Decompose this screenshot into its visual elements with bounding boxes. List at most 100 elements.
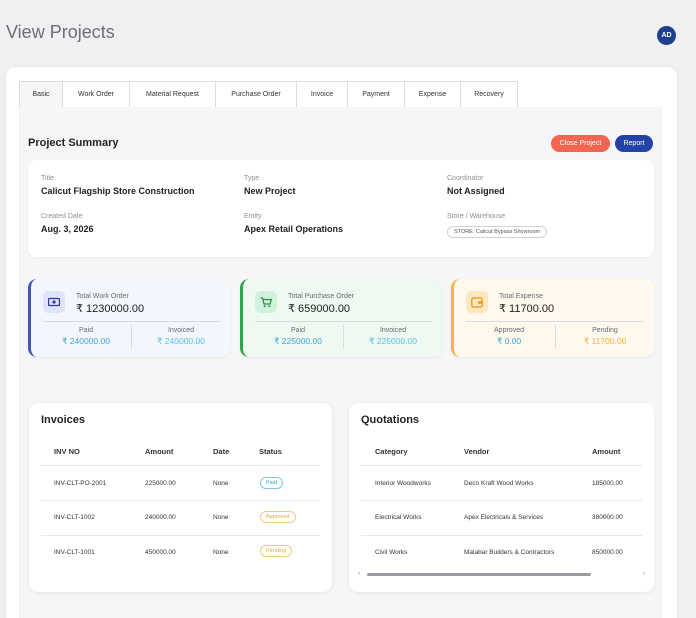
tab-invoice[interactable]: Invoice <box>297 81 348 108</box>
tab-recovery[interactable]: Recovery <box>461 81 518 108</box>
invoices-title: Invoices <box>41 414 86 426</box>
tab-purchase-order[interactable]: Purchase Order <box>216 81 297 108</box>
quotation-vendor: Apex Electricals & Services <box>464 514 544 521</box>
expense-stat-card: Total Expense ₹ 11700.00 Approved ₹ 0.00… <box>451 279 654 357</box>
divider <box>361 465 642 466</box>
work-order-invoiced: Invoiced ₹ 240000.00 <box>136 327 226 347</box>
invoice-number: INV-CLT-PO-2001 <box>54 480 107 487</box>
close-project-button[interactable]: Close Project <box>551 135 610 152</box>
type-label: Type <box>244 175 260 182</box>
title-field: Title Calicut Flagship Store Constructio… <box>41 175 195 196</box>
tab-basic[interactable]: Basic <box>19 81 63 108</box>
invoice-date: None <box>213 514 229 521</box>
quotations-card: Quotations Category Vendor Amount Interi… <box>349 403 654 592</box>
entity-value: Apex Retail Operations <box>244 224 344 234</box>
quotation-category: Electrical Works <box>375 514 422 521</box>
tab-expense[interactable]: Expense <box>405 81 461 108</box>
divider <box>43 321 220 322</box>
expense-label: Total Expense <box>499 293 543 300</box>
quotation-vendor: Deco Kraft Wood Works <box>464 480 534 487</box>
invoices-header-status: Status <box>259 447 282 456</box>
expense-pending: Pending ₹ 11700.00 <box>560 327 650 347</box>
quotations-title: Quotations <box>361 414 420 426</box>
divider <box>41 500 320 501</box>
created-date-label: Created Date <box>41 213 83 220</box>
invoice-amount: 450000.00 <box>145 549 176 556</box>
cart-icon <box>255 291 277 313</box>
paid-label: Paid <box>290 327 305 334</box>
scroll-right-icon[interactable]: › <box>643 571 645 577</box>
status-badge: Approved <box>260 511 296 523</box>
divider <box>131 325 132 349</box>
store-field: Store / Warehouse STORE: Calicut Bypass … <box>447 213 548 238</box>
tab-work-order[interactable]: Work Order <box>63 81 130 108</box>
invoiced-label: Invoiced <box>167 327 195 334</box>
store-label: Store / Warehouse <box>447 213 506 220</box>
invoice-date: None <box>213 480 229 487</box>
title-value: Calicut Flagship Store Construction <box>41 186 195 196</box>
quotation-category: Interior Woodworks <box>375 480 431 487</box>
quotations-header-amount: Amount <box>592 447 621 456</box>
approved-value: ₹ 0.00 <box>496 336 522 346</box>
avatar[interactable]: AD <box>657 26 676 45</box>
divider <box>41 535 320 536</box>
type-value: New Project <box>244 186 296 196</box>
invoices-header-inv-no: INV NO <box>54 447 80 456</box>
paid-label: Paid <box>78 327 93 334</box>
tab-material-request[interactable]: Material Request <box>130 81 216 108</box>
quotation-amount: 850000.00 <box>592 549 623 556</box>
purchase-order-paid: Paid ₹ 225000.00 <box>253 327 343 347</box>
project-info-card: Title Calicut Flagship Store Constructio… <box>28 160 654 257</box>
coordinator-label: Coordinator <box>447 175 484 182</box>
work-order-label: Total Work Order <box>76 293 129 300</box>
quotation-amount: 380000.00 <box>592 514 623 521</box>
purchase-order-label: Total Purchase Order <box>288 293 355 300</box>
divider <box>361 535 642 536</box>
approved-label: Approved <box>494 327 524 334</box>
work-order-value: ₹ 1230000.00 <box>76 303 145 315</box>
entity-label: Entity <box>244 213 262 220</box>
type-field: Type New Project <box>244 175 296 196</box>
status-badge: Pending <box>260 545 293 557</box>
invoice-date: None <box>213 549 229 556</box>
expense-approved: Approved ₹ 0.00 <box>464 327 554 347</box>
created-date-value: Aug. 3, 2026 <box>41 224 94 234</box>
quotations-header-vendor: Vendor <box>464 447 490 456</box>
invoice-number: INV-CLT-1001 <box>54 549 95 556</box>
status-badge: Paid <box>260 477 284 489</box>
divider <box>361 500 642 501</box>
invoiced-value: ₹ 225000.00 <box>369 336 417 346</box>
purchase-order-stat-card: Total Purchase Order ₹ 659000.00 Paid ₹ … <box>240 279 442 357</box>
divider <box>343 325 344 349</box>
expense-value: ₹ 11700.00 <box>499 303 555 315</box>
wallet-icon <box>466 291 488 313</box>
divider <box>466 321 644 322</box>
tab-payment[interactable]: Payment <box>348 81 405 108</box>
scroll-left-icon[interactable]: ‹ <box>358 571 360 577</box>
paid-value: ₹ 225000.00 <box>274 336 322 346</box>
paid-value: ₹ 240000.00 <box>62 336 110 346</box>
page-title: View Projects <box>6 22 115 42</box>
horizontal-scrollbar[interactable]: ‹ › <box>358 571 645 577</box>
divider <box>41 465 320 466</box>
invoice-number: INV-CLT-1002 <box>54 514 95 521</box>
work-order-paid: Paid ₹ 240000.00 <box>41 327 131 347</box>
invoice-amount: 225000.00 <box>145 480 176 487</box>
invoiced-label: Invoiced <box>379 327 407 334</box>
entity-field: Entity Apex Retail Operations <box>244 213 343 234</box>
purchase-order-invoiced: Invoiced ₹ 225000.00 <box>348 327 438 347</box>
scrollbar-thumb[interactable] <box>367 573 591 576</box>
invoices-card: Invoices INV NO Amount Date Status INV-C… <box>29 403 332 592</box>
quotation-amount: 185000.00 <box>592 480 623 487</box>
invoice-amount: 240000.00 <box>145 514 176 521</box>
report-button[interactable]: Report <box>615 135 653 152</box>
coordinator-field: Coordinator Not Assigned <box>447 175 505 196</box>
invoiced-value: ₹ 240000.00 <box>157 336 205 346</box>
invoices-header-date: Date <box>213 447 230 456</box>
divider <box>255 321 432 322</box>
tab-bar: Basic Work Order Material Request Purcha… <box>19 81 518 108</box>
quotation-category: Civil Works <box>375 549 408 556</box>
created-date-field: Created Date Aug. 3, 2026 <box>41 213 94 234</box>
coordinator-value: Not Assigned <box>447 186 505 196</box>
quotations-header-category: Category <box>375 447 408 456</box>
